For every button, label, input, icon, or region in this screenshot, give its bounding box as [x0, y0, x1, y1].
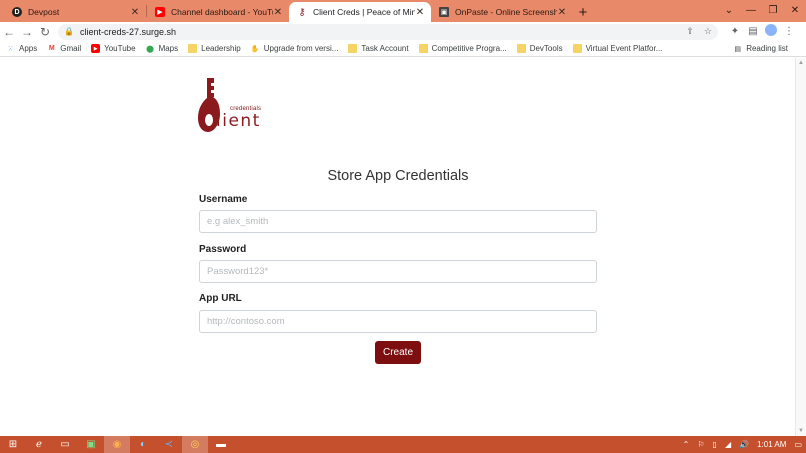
tab-strip: D Devpost ✕ ▶ Channel dashboard - YouTub… — [0, 0, 806, 22]
close-icon[interactable]: ✕ — [415, 7, 425, 18]
window-controls: ⌄ — ❐ ✕ — [718, 0, 806, 20]
tab-title: Devpost — [28, 7, 60, 17]
app-url-input[interactable] — [199, 310, 597, 333]
tab-client-creds[interactable]: ⚷ Client Creds | Peace of Mind for y ✕ — [289, 2, 431, 22]
tab-title: Channel dashboard - YouTube Stu — [171, 7, 273, 17]
tab-title: Client Creds | Peace of Mind for y — [313, 7, 415, 17]
page-scrollbar[interactable]: ▲ ▼ — [795, 58, 806, 436]
forward-icon[interactable]: → — [18, 25, 36, 39]
chrome-icon[interactable]: ◎ — [182, 436, 208, 453]
apps-grid-icon: ⁙ — [7, 45, 14, 53]
client-creds-logo: credentials lient — [196, 76, 266, 136]
upgrade-icon: ✋ — [250, 45, 260, 53]
vscode-icon[interactable]: ≺ — [156, 436, 182, 453]
bookmark-upgrade[interactable]: ✋ Upgrade from versi... — [251, 44, 339, 53]
reload-icon[interactable]: ↻ — [36, 25, 54, 39]
volume-icon[interactable]: 🔊 — [739, 440, 749, 449]
share-icon[interactable]: ⇪ — [686, 26, 694, 37]
restore-icon[interactable]: ❐ — [762, 5, 784, 16]
close-icon[interactable]: ✕ — [130, 7, 140, 18]
youtube-icon: ▶ — [155, 7, 165, 17]
internet-explorer-icon[interactable]: ℯ — [26, 436, 52, 453]
scroll-up-icon[interactable]: ▲ — [796, 58, 806, 68]
tab-search-icon[interactable]: ⌄ — [718, 5, 740, 16]
tray-chevron-icon[interactable]: ⌃ — [683, 440, 690, 449]
back-icon[interactable]: ← — [0, 25, 18, 39]
key-icon: ⚷ — [298, 6, 306, 18]
bookmark-competitive-programming[interactable]: Competitive Progra... — [418, 44, 507, 53]
extensions-icon[interactable]: ✦ — [726, 26, 744, 37]
windows-start-icon[interactable]: ⊞ — [0, 436, 26, 453]
onpaste-icon: ▣ — [439, 7, 449, 17]
username-input[interactable] — [199, 210, 597, 233]
folder-icon — [418, 44, 428, 53]
bookmark-star-icon[interactable]: ☆ — [704, 26, 712, 37]
password-label: Password — [199, 244, 247, 255]
gmail-icon: M — [48, 45, 55, 52]
tab-youtube-studio[interactable]: ▶ Channel dashboard - YouTube Stu ✕ — [147, 2, 289, 22]
notifications-icon[interactable]: ▭ — [794, 440, 802, 449]
tab-title: OnPaste - Online Screenshot and — [455, 7, 557, 17]
bookmarks-bar: ⁙ Apps M Gmail ▶ YouTube ⬤ Maps Leadership ✋… — [0, 41, 806, 57]
devpost-icon: D — [12, 7, 22, 17]
bookmark-apps[interactable]: ⁙ Apps — [6, 44, 38, 53]
page-title: Store App Credentials — [327, 168, 469, 184]
reading-list-icon: ▤ — [734, 45, 741, 53]
new-tab-button[interactable]: + — [573, 2, 593, 22]
bookmark-virtual-event[interactable]: Virtual Event Platfor... — [572, 44, 662, 53]
folder-icon — [572, 44, 582, 53]
file-explorer-icon[interactable]: ▭ — [52, 436, 78, 453]
firefox-icon[interactable]: ◉ — [104, 436, 130, 453]
maps-pin-icon: ⬤ — [146, 45, 154, 53]
sidebar-icon[interactable]: ▤ — [744, 26, 762, 37]
minimize-icon[interactable]: — — [740, 5, 762, 16]
bookmark-gmail[interactable]: M Gmail — [47, 44, 81, 53]
close-icon[interactable]: ✕ — [557, 7, 567, 18]
username-label: Username — [199, 194, 248, 205]
url-text[interactable]: client-creds-27.surge.sh — [80, 27, 676, 37]
bookmark-youtube[interactable]: ▶ YouTube — [91, 44, 136, 53]
bookmark-maps[interactable]: ⬤ Maps — [146, 44, 178, 53]
create-button[interactable]: Create — [375, 341, 421, 364]
wifi-icon[interactable]: ◢ — [725, 440, 731, 449]
browser-toolbar: ← → ↻ 🔒 client-creds-27.surge.sh ⇪ ☆ ✦ ▤… — [0, 22, 806, 41]
clock-time[interactable]: 1:01 AM — [757, 440, 786, 449]
close-window-icon[interactable]: ✕ — [784, 5, 806, 16]
battery-icon[interactable]: ▯ — [713, 440, 717, 449]
page-content: credentials lient Store App Credentials … — [0, 58, 795, 436]
folder-icon — [348, 44, 358, 53]
reading-list-button[interactable]: ▤ Reading list — [733, 44, 788, 53]
menu-icon[interactable]: ⋮ — [780, 26, 798, 37]
logo-client-text: lient — [216, 111, 261, 131]
terminal-icon[interactable]: ▬ — [208, 436, 234, 453]
lock-icon[interactable]: 🔒 — [64, 27, 74, 36]
address-bar[interactable]: 🔒 client-creds-27.surge.sh ⇪ ☆ — [58, 23, 718, 40]
youtube-icon: ▶ — [91, 44, 101, 53]
avatar[interactable] — [762, 24, 780, 39]
bookmark-devtools[interactable]: DevTools — [516, 44, 563, 53]
password-input[interactable] — [199, 260, 597, 283]
tab-onpaste[interactable]: ▣ OnPaste - Online Screenshot and ✕ — [431, 2, 573, 22]
folder-icon — [516, 44, 526, 53]
system-tray: ⌃ ⚐ ▯ ◢ 🔊 1:01 AM ▭ — [679, 436, 806, 453]
bookmark-task-account[interactable]: Task Account — [348, 44, 409, 53]
folder-icon — [188, 44, 198, 53]
scroll-down-icon[interactable]: ▼ — [796, 426, 806, 436]
tab-devpost[interactable]: D Devpost ✕ — [4, 2, 146, 22]
edge-icon[interactable]: ◐ — [130, 436, 156, 453]
excel-icon[interactable]: ▣ — [78, 436, 104, 453]
app-url-label: App URL — [199, 293, 242, 304]
close-icon[interactable]: ✕ — [273, 7, 283, 18]
windows-taskbar: ⊞ ℯ ▭ ▣ ◉ ◐ ≺ ◎ ▬ ⌃ ⚐ ▯ ◢ 🔊 1:01 AM ▭ — [0, 436, 806, 453]
bookmark-leadership[interactable]: Leadership — [188, 44, 241, 53]
network-status-icon[interactable]: ⚐ — [697, 440, 704, 449]
